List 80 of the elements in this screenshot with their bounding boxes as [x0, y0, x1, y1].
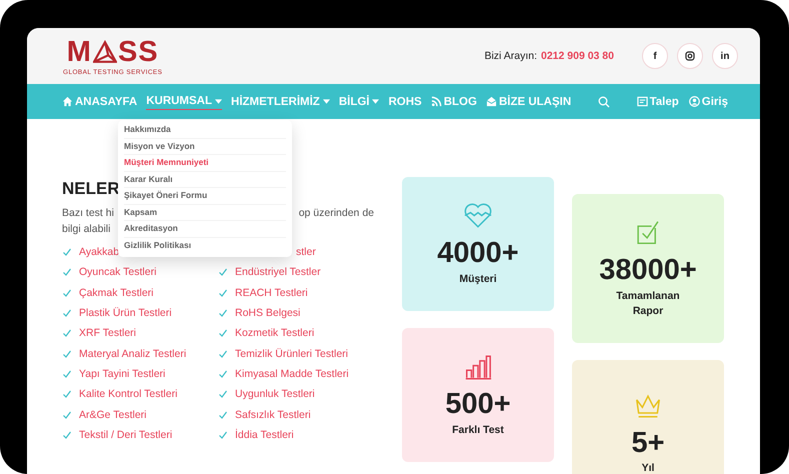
stat-label: Müşteri [458, 272, 498, 286]
check-icon [218, 288, 228, 298]
nav-link[interactable]: HİZMETLERİMİZ [231, 94, 330, 110]
test-link[interactable]: XRF Testleri [79, 327, 136, 340]
rss-icon [430, 96, 442, 107]
test-link[interactable]: Ar&Ge Testleri [79, 408, 146, 421]
check-icon [218, 308, 228, 318]
facebook-link[interactable]: f [642, 43, 668, 69]
test-link[interactable]: Materyal Analiz Testleri [79, 348, 186, 360]
test-link[interactable]: REACH Testleri [235, 286, 308, 299]
nav-link[interactable]: Talep [636, 94, 679, 110]
stat-value: 500+ [445, 388, 511, 420]
intro-text: Bazı test hi [62, 206, 114, 221]
check-icon [62, 348, 72, 359]
test-link[interactable]: Ayakkab [79, 246, 120, 258]
test-link[interactable]: stler [296, 246, 316, 258]
check-icon [218, 389, 228, 400]
stat-label: Farklı Test [451, 422, 505, 438]
check-icon [62, 288, 72, 298]
menu-item[interactable]: Müşteri Memnuniyeti [124, 155, 286, 172]
user-icon [688, 96, 700, 107]
test-link[interactable]: Kalite Kontrol Testleri [79, 388, 178, 400]
check-icon [218, 430, 228, 440]
check-icon [218, 328, 228, 338]
check-icon [218, 267, 228, 278]
test-link[interactable]: Kimyasal Madde Testleri [235, 368, 349, 380]
check-icon [218, 368, 228, 379]
stat-value: 38000+ [599, 254, 697, 286]
test-link[interactable]: Uygunluk Testleri [235, 388, 315, 400]
check-icon [62, 247, 72, 258]
nav-link[interactable]: Giriş [688, 94, 728, 110]
nav-link[interactable]: ANASAYFA [62, 94, 138, 110]
test-link[interactable]: RoHS Belgesi [235, 307, 300, 320]
instagram-icon [685, 51, 695, 61]
test-link[interactable]: Safsızlık Testleri [235, 408, 311, 421]
check-icon [62, 389, 72, 400]
intro-text: op üzerinden de [298, 206, 374, 221]
stat-label: Yıl [640, 462, 656, 474]
nav-link[interactable]: ROHS [388, 94, 422, 110]
home-icon [62, 96, 73, 107]
check-icon [62, 308, 72, 318]
nav-link[interactable]: BLOG [430, 94, 477, 110]
menu-item[interactable]: Kapsam [124, 204, 286, 221]
phone-label: Bizi Arayın: [484, 50, 537, 62]
test-link[interactable]: Yapı Tayini Testleri [79, 368, 166, 380]
nav-link[interactable]: KURUMSAL [146, 93, 222, 110]
nav-link[interactable]: BİZE ULAŞIN [486, 94, 572, 110]
phone-number[interactable]: 0212 909 03 80 [541, 50, 614, 62]
check-icon [62, 267, 72, 278]
nav-link[interactable]: BİLGİ [338, 94, 380, 110]
instagram-link[interactable] [677, 43, 703, 69]
intro-text: bilgi alabili [62, 222, 110, 237]
menu-item[interactable]: Karar Kuralı [124, 172, 286, 188]
form-icon [636, 96, 648, 107]
test-link[interactable]: Temizlik Ürünleri Testleri [235, 348, 348, 360]
check-icon [62, 410, 72, 420]
test-link[interactable]: Oyuncak Testleri [79, 266, 156, 278]
menu-item[interactable]: Gizlilik Politikası [124, 238, 286, 253]
test-link[interactable]: Kozmetik Testleri [235, 327, 314, 340]
stat-label: Tamamlanan Rapor [615, 288, 681, 318]
test-link[interactable]: Plastik Ürün Testleri [79, 307, 172, 320]
linkedin-link[interactable]: in [712, 43, 738, 69]
test-link[interactable]: Çakmak Testleri [79, 286, 154, 299]
test-link[interactable]: Endüstriyel Testler [235, 266, 321, 278]
test-link[interactable]: Tekstil / Deri Testleri [79, 428, 172, 441]
check-icon [62, 368, 72, 379]
stat-value: 5+ [631, 427, 665, 459]
check-icon [62, 430, 72, 440]
menu-item[interactable]: Akreditasyon [124, 221, 286, 238]
menu-item[interactable]: Hakkımızda [124, 122, 286, 138]
section-heading: NELER [62, 178, 120, 200]
stat-value: 4000+ [437, 236, 519, 268]
check-icon [218, 410, 228, 420]
check-icon [218, 348, 228, 359]
menu-item[interactable]: Misyon ve Vizyon [124, 138, 286, 155]
menu-item[interactable]: Şikayet Öneri Formu [124, 188, 286, 204]
check-icon [62, 328, 72, 338]
triangle-icon [92, 40, 117, 64]
envelope-icon [486, 96, 497, 107]
test-link[interactable]: İddia Testleri [235, 428, 294, 441]
